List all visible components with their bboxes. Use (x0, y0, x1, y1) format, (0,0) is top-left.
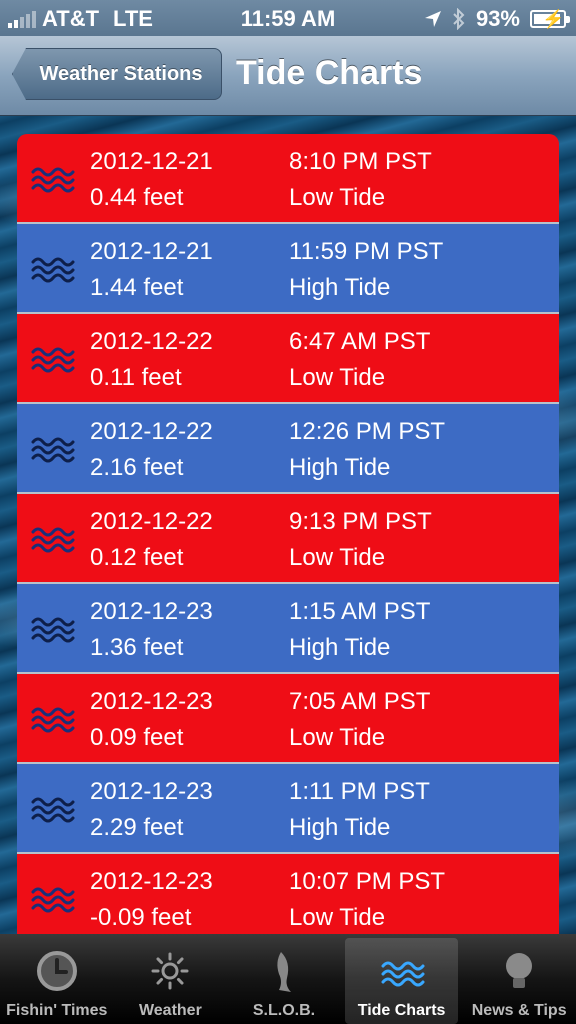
waves-icon (379, 952, 425, 998)
tide-height: 1.36 feet (90, 634, 184, 661)
waves-icon (31, 612, 75, 644)
tide-time: 1:15 AM PST (289, 598, 431, 625)
battery-percent: 93% (475, 6, 520, 31)
clock-icon (34, 948, 80, 994)
tide-height: 1.44 feet (90, 274, 184, 301)
back-button-label: Weather Stations (39, 62, 203, 85)
back-button[interactable]: Weather Stations (12, 48, 222, 100)
tide-date: 2012-12-23 (90, 868, 213, 895)
tide-height: 0.44 feet (90, 184, 184, 211)
tide-date: 2012-12-22 (90, 418, 213, 445)
waves-icon (31, 522, 75, 554)
tide-time: 1:11 PM PST (289, 778, 430, 805)
tab-label: S.L.O.B. (252, 1002, 316, 1019)
tide-time: 12:26 PM PST (289, 418, 446, 445)
tide-list: 2012-12-21 0.44 feet 8:10 PM PST Low Tide 20… (17, 134, 559, 944)
tide-row[interactable]: 2012-12-23 0.09 feet 7:05 AM PST Low Tide (17, 674, 559, 764)
tide-height: 0.12 feet (90, 544, 184, 571)
tab-label: Fishin' Times (6, 1002, 108, 1019)
tide-row[interactable]: 2012-12-21 1.44 feet 11:59 PM PST High Tide (17, 224, 559, 314)
tide-height: -0.09 feet (90, 904, 192, 931)
tide-height: 0.09 feet (90, 724, 184, 751)
navigation-bar: Weather Stations Tide Charts (0, 36, 576, 116)
tab-bar: Fishin' Times Weather S.L.O.B. Tide Charts N… (0, 934, 576, 1024)
waves-icon (31, 342, 75, 374)
tide-row[interactable]: 2012-12-23 -0.09 feet 10:07 PM PST Low Tide (17, 854, 559, 944)
tide-row[interactable]: 2012-12-22 0.12 feet 9:13 PM PST Low Tide (17, 494, 559, 584)
tab-clock[interactable]: Fishin' Times (0, 934, 114, 1024)
tide-date: 2012-12-22 (90, 508, 213, 535)
waves-icon (31, 792, 75, 824)
lightbulb-icon (496, 948, 542, 994)
tide-row[interactable]: 2012-12-23 1.36 feet 1:15 AM PST High Tide (17, 584, 559, 674)
tide-type: High Tide (289, 274, 391, 301)
tide-row[interactable]: 2012-12-22 2.16 feet 12:26 PM PST High Tide (17, 404, 559, 494)
battery-icon: ⚡ (530, 9, 570, 29)
tab-label: News & Tips (471, 1002, 567, 1019)
tide-type: High Tide (289, 634, 391, 661)
tide-height: 0.11 feet (90, 364, 182, 391)
sun-icon (147, 948, 193, 994)
waves-icon (31, 882, 75, 914)
tide-date: 2012-12-23 (90, 688, 213, 715)
tide-type: High Tide (289, 454, 391, 481)
tide-type: Low Tide (289, 904, 386, 931)
tide-type: High Tide (289, 814, 391, 841)
tab-fish[interactable]: S.L.O.B. (227, 934, 341, 1024)
tide-height: 2.29 feet (90, 814, 184, 841)
status-right: 93% ⚡ (424, 6, 570, 32)
tide-date: 2012-12-23 (90, 598, 213, 625)
tide-time: 7:05 AM PST (289, 688, 431, 715)
tide-height: 2.16 feet (90, 454, 184, 481)
location-arrow-icon (424, 11, 441, 27)
waves-icon (31, 252, 75, 284)
waves-icon (31, 432, 75, 464)
tide-time: 11:59 PM PST (289, 238, 444, 265)
status-bar: AT&T LTE 11:59 AM 93% ⚡ (0, 0, 576, 36)
tide-row[interactable]: 2012-12-21 0.44 feet 8:10 PM PST Low Tide (17, 134, 559, 224)
tab-sun[interactable]: Weather (114, 934, 228, 1024)
tide-date: 2012-12-23 (90, 778, 213, 805)
tide-time: 9:13 PM PST (289, 508, 432, 535)
bluetooth-icon (453, 8, 465, 30)
waves-icon (31, 162, 75, 194)
tide-date: 2012-12-21 (90, 238, 213, 265)
tide-date: 2012-12-21 (90, 148, 213, 175)
fish-icon (261, 948, 307, 994)
tide-time: 8:10 PM PST (289, 148, 432, 175)
tab-label: Weather (138, 1002, 202, 1019)
tab-waves[interactable]: Tide Charts (344, 938, 459, 1024)
tide-row[interactable]: 2012-12-23 2.29 feet 1:11 PM PST High Tide (17, 764, 559, 854)
waves-icon (31, 702, 75, 734)
tide-time: 10:07 PM PST (289, 868, 446, 895)
tide-type: Low Tide (289, 724, 386, 751)
tide-type: Low Tide (289, 364, 386, 391)
tide-type: Low Tide (289, 184, 386, 211)
page-title: Tide Charts (236, 54, 423, 92)
tide-date: 2012-12-22 (90, 328, 213, 355)
app-screen: AT&T LTE 11:59 AM 93% ⚡ Weather Stations… (0, 0, 576, 1024)
tide-row[interactable]: 2012-12-22 0.11 feet 6:47 AM PST Low Tide (17, 314, 559, 404)
tab-lightbulb[interactable]: News & Tips (462, 934, 576, 1024)
tide-time: 6:47 AM PST (289, 328, 431, 355)
tide-type: Low Tide (289, 544, 386, 571)
tab-label: Tide Charts (357, 1002, 446, 1019)
